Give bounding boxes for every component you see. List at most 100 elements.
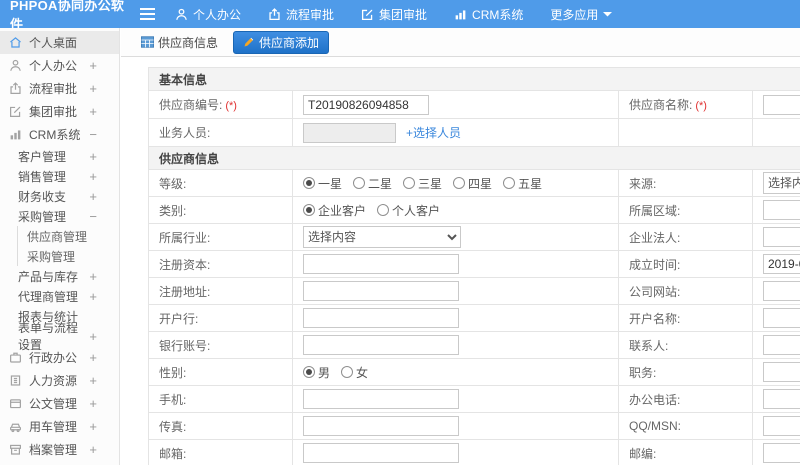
sidebar-item-label: 用车管理 bbox=[29, 420, 78, 434]
expand-indicator[interactable]: + bbox=[89, 169, 97, 184]
expand-indicator[interactable]: + bbox=[89, 396, 97, 411]
expand-indicator[interactable]: + bbox=[89, 289, 97, 304]
field-label-supplier-code: 供应商编号: (*) bbox=[148, 90, 293, 119]
expand-indicator[interactable]: + bbox=[89, 329, 97, 344]
sidebar-item-personal-office[interactable]: 个人办公 + bbox=[0, 54, 119, 77]
sidebar-item-group-approval[interactable]: 集团审批 + bbox=[0, 100, 119, 123]
radio-option-five-star[interactable]: 五星 bbox=[503, 175, 542, 192]
expand-indicator[interactable]: + bbox=[89, 350, 97, 365]
sidebar-item-human-resources[interactable]: 人力资源 + bbox=[0, 369, 119, 392]
sidebar-item-document-mgmt[interactable]: 公文管理 + bbox=[0, 392, 119, 415]
region-input[interactable] bbox=[763, 200, 800, 220]
registered-capital-input[interactable] bbox=[303, 254, 459, 274]
sidebar-item-finance[interactable]: 财务收支 + bbox=[0, 186, 119, 206]
account-name-input[interactable] bbox=[763, 308, 800, 328]
registered-address-input[interactable] bbox=[303, 281, 459, 301]
field-label-source: 来源: bbox=[618, 169, 753, 197]
collapse-indicator[interactable]: − bbox=[89, 127, 97, 142]
nav-item-more-apps[interactable]: 更多应用 bbox=[550, 6, 613, 23]
collapse-indicator[interactable]: − bbox=[89, 209, 97, 224]
radio-option-four-star[interactable]: 四星 bbox=[453, 175, 492, 192]
field-label-qq-msn: QQ/MSN: bbox=[618, 412, 753, 440]
edit-icon bbox=[9, 105, 22, 118]
sidebar-item-crm-system[interactable]: CRM系统 − bbox=[0, 123, 119, 146]
sidebar-item-workflow-approval[interactable]: 流程审批 + bbox=[0, 77, 119, 100]
field-label-sales-person: 业务人员: bbox=[148, 118, 293, 147]
expand-indicator[interactable]: + bbox=[89, 81, 97, 96]
caret-down-icon bbox=[603, 11, 613, 17]
building-icon bbox=[9, 374, 22, 387]
expand-indicator[interactable]: + bbox=[89, 442, 97, 457]
bank-branch-input[interactable] bbox=[303, 308, 459, 328]
user-icon bbox=[9, 59, 22, 72]
founding-date-input[interactable] bbox=[763, 254, 800, 274]
briefcase-icon bbox=[9, 351, 22, 364]
tab-supplier-add[interactable]: 供应商添加 bbox=[233, 30, 330, 54]
fax-input[interactable] bbox=[303, 416, 459, 436]
nav-item-personal-office[interactable]: 个人办公 bbox=[175, 6, 241, 23]
radio-option-female[interactable]: 女 bbox=[341, 364, 368, 381]
sidebar-item-supplier-mgmt[interactable]: 供应商管理 bbox=[17, 226, 119, 246]
sidebar-item-archive-mgmt[interactable]: 档案管理 + bbox=[0, 438, 119, 461]
sidebar-item-product-inventory[interactable]: 产品与库存 + bbox=[0, 266, 119, 286]
chart-icon bbox=[9, 128, 22, 141]
sidebar-item-label: 个人办公 bbox=[29, 59, 78, 73]
expand-indicator[interactable]: + bbox=[89, 419, 97, 434]
field-label-region: 所属区域: bbox=[618, 196, 753, 224]
sidebar-item-vehicle-mgmt[interactable]: 用车管理 + bbox=[0, 415, 119, 438]
legal-person-input[interactable] bbox=[763, 227, 800, 247]
sidebar-item-customer-mgmt[interactable]: 客户管理 + bbox=[0, 146, 119, 166]
top-bar: PHPOA协同办公软件 个人办公 流程审批 集团审批 CRM系统 更多应用 bbox=[0, 0, 800, 32]
expand-indicator[interactable]: + bbox=[89, 149, 97, 164]
industry-select[interactable]: 选择内容 bbox=[303, 226, 461, 248]
expand-indicator[interactable]: + bbox=[89, 269, 97, 284]
sidebar-item-purchase-mgmt[interactable]: 采购管理 − bbox=[0, 206, 119, 226]
postal-code-input[interactable] bbox=[763, 443, 800, 463]
sidebar-item-label: CRM系统 bbox=[29, 128, 81, 142]
sidebar-item-agent-mgmt[interactable]: 代理商管理 + bbox=[0, 286, 119, 306]
radio-option-personal-customer[interactable]: 个人客户 bbox=[377, 202, 440, 219]
radio-selected-icon bbox=[303, 177, 315, 189]
expand-indicator[interactable]: + bbox=[89, 104, 97, 119]
pencil-icon bbox=[243, 36, 255, 48]
job-title-input[interactable] bbox=[763, 362, 800, 382]
nav-item-workflow-approval[interactable]: 流程审批 bbox=[268, 6, 334, 23]
radio-option-male[interactable]: 男 bbox=[303, 364, 330, 381]
edit-icon bbox=[361, 8, 374, 21]
radio-option-enterprise-customer[interactable]: 企业客户 bbox=[303, 202, 366, 219]
hamburger-menu-icon[interactable] bbox=[140, 8, 155, 20]
mobile-input[interactable] bbox=[303, 389, 459, 409]
sidebar-item-label: 人力资源 bbox=[29, 374, 78, 388]
field-label-category: 类别: bbox=[148, 196, 293, 224]
contact-person-input[interactable] bbox=[763, 335, 800, 355]
field-label-founding-date: 成立时间: bbox=[618, 250, 753, 278]
radio-option-three-star[interactable]: 三星 bbox=[403, 175, 442, 192]
qq-msn-input[interactable] bbox=[763, 416, 800, 436]
source-select[interactable]: 选择内容 bbox=[763, 172, 800, 194]
sidebar-item-label: 采购管理 bbox=[18, 209, 67, 224]
sidebar-item-sales-mgmt[interactable]: 销售管理 + bbox=[0, 166, 119, 186]
sidebar-item-personal-desktop[interactable]: 个人桌面 bbox=[0, 31, 119, 54]
radio-icon bbox=[503, 177, 516, 189]
field-label-registered-capital: 注册资本: bbox=[148, 250, 293, 278]
company-website-input[interactable] bbox=[763, 281, 800, 301]
sidebar-item-form-flow-settings[interactable]: 表单与流程设置 + bbox=[0, 321, 119, 352]
sidebar-item-procurement-mgmt[interactable]: 采购管理 bbox=[17, 246, 119, 266]
nav-item-group-approval[interactable]: 集团审批 bbox=[361, 6, 427, 23]
nav-item-crm-system[interactable]: CRM系统 bbox=[454, 6, 523, 23]
supplier-name-input[interactable] bbox=[763, 94, 800, 115]
field-label-postal-code: 邮编: bbox=[618, 439, 753, 465]
expand-indicator[interactable]: + bbox=[89, 373, 97, 388]
supplier-code-input[interactable] bbox=[303, 94, 429, 115]
bank-account-input[interactable] bbox=[303, 335, 459, 355]
radio-option-two-star[interactable]: 二星 bbox=[353, 175, 392, 192]
tab-supplier-info[interactable]: 供应商信息 bbox=[135, 31, 224, 54]
email-input[interactable] bbox=[303, 443, 459, 463]
select-person-link[interactable]: +选择人员 bbox=[406, 126, 461, 140]
sales-person-input[interactable] bbox=[303, 122, 396, 143]
expand-indicator[interactable]: + bbox=[89, 58, 97, 73]
radio-option-one-star[interactable]: 一星 bbox=[303, 175, 342, 192]
archive-icon bbox=[9, 443, 22, 456]
office-phone-input[interactable] bbox=[763, 389, 800, 409]
expand-indicator[interactable]: + bbox=[89, 189, 97, 204]
